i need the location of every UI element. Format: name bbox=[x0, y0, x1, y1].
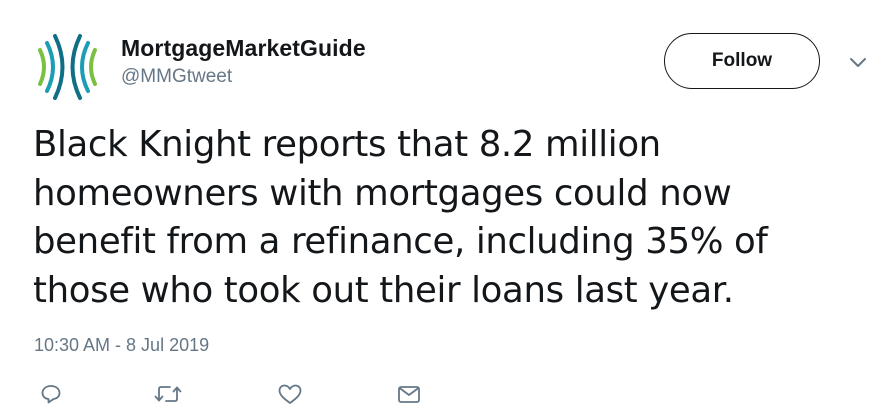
tweet-text-line: benefit from a refinance, including 35% … bbox=[33, 221, 768, 262]
tweet-card: MortgageMarketGuide @MMGtweet Follow Bla… bbox=[0, 0, 895, 410]
tweet-timestamp[interactable]: 10:30 AM - 8 Jul 2019 bbox=[34, 334, 209, 356]
reply-button[interactable] bbox=[36, 381, 66, 407]
author-info: MortgageMarketGuide @MMGtweet bbox=[121, 34, 366, 89]
direct-message-button[interactable] bbox=[394, 381, 424, 407]
chevron-down-icon[interactable] bbox=[848, 52, 868, 72]
tweet-text-line: homeowners with mortgages could now bbox=[33, 172, 732, 214]
follow-button[interactable]: Follow bbox=[664, 33, 820, 89]
reply-icon bbox=[39, 382, 63, 406]
retweet-button[interactable] bbox=[150, 381, 186, 407]
tweet-text-line: those who took out their loans last year… bbox=[33, 269, 734, 311]
heart-icon bbox=[277, 382, 303, 406]
author-display-name[interactable]: MortgageMarketGuide bbox=[121, 34, 366, 62]
like-button[interactable] bbox=[275, 381, 305, 407]
tweet-text-line: Black Knight reports that 8.2 million bbox=[33, 124, 661, 165]
tweet-text: Black Knight reports that 8.2 million ho… bbox=[33, 121, 863, 315]
author-handle[interactable]: @MMGtweet bbox=[121, 65, 366, 89]
tweet-action-bar bbox=[0, 378, 895, 410]
envelope-icon bbox=[396, 383, 422, 405]
retweet-icon bbox=[153, 382, 183, 406]
mmg-logo-icon[interactable] bbox=[30, 30, 104, 104]
